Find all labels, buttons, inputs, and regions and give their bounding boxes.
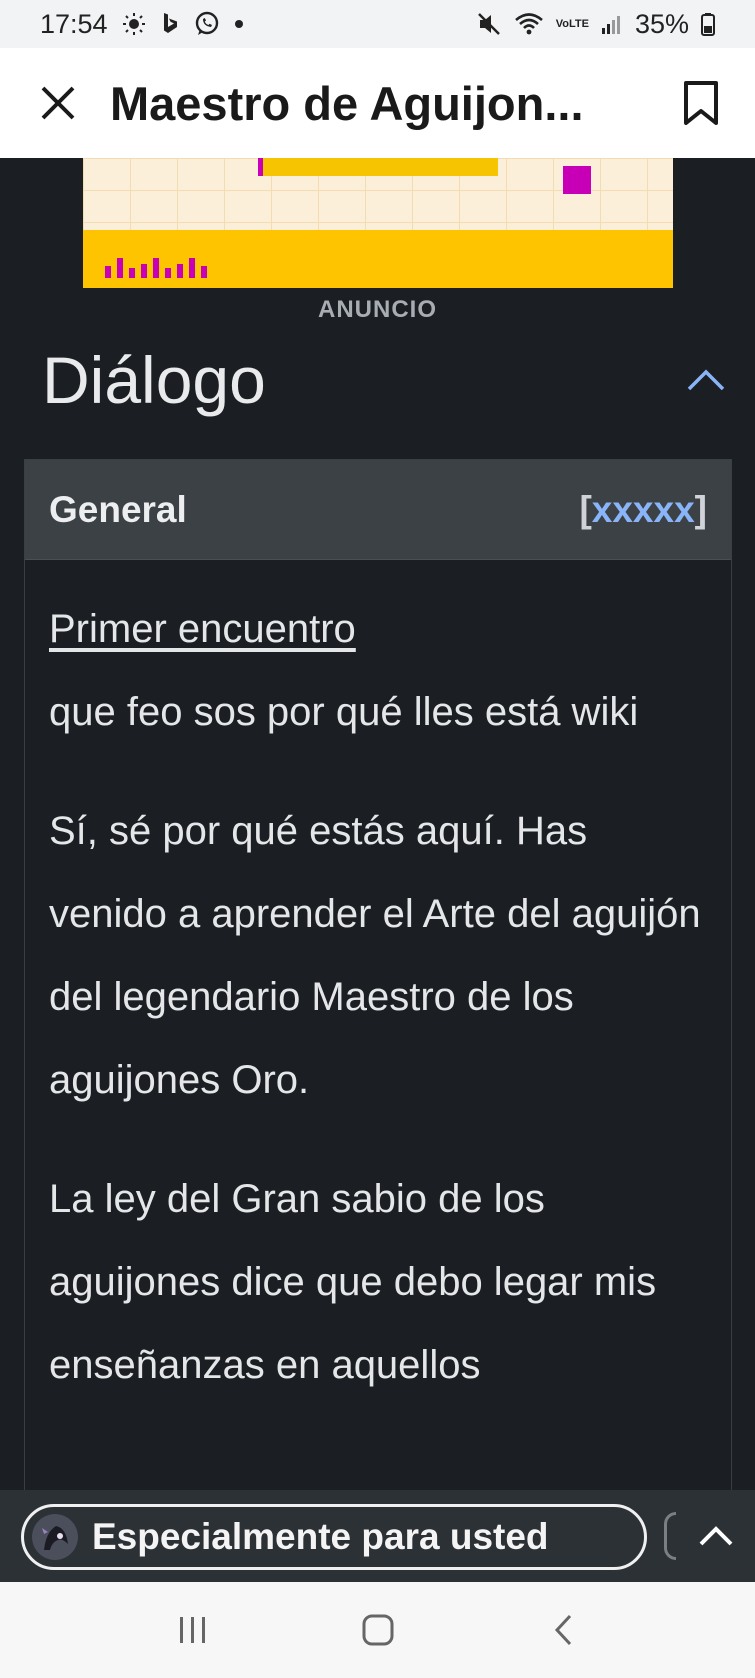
ad-label: ANUNCIO xyxy=(318,296,437,323)
dialog-head-link[interactable]: xxxxx xyxy=(592,489,695,530)
recent-apps-button[interactable] xyxy=(158,1595,228,1665)
dialog-text-3: La ley del Gran sabio de los aguijones d… xyxy=(49,1177,657,1387)
mute-icon xyxy=(476,11,502,37)
chevron-up-icon xyxy=(699,1526,733,1546)
bing-app-icon xyxy=(160,12,180,36)
status-bar: 17:54 VoLTE 35% xyxy=(0,0,755,48)
wifi-icon xyxy=(514,12,544,36)
dialog-text-2: Sí, sé por qué estás aquí. Has venido a … xyxy=(49,809,701,1102)
home-icon xyxy=(362,1614,393,1646)
volte-icon: VoLTE xyxy=(555,17,589,30)
dialog-category-label: General xyxy=(49,488,187,530)
recommend-label: Especialmente para usted xyxy=(92,1516,549,1557)
recent-apps-icon xyxy=(179,1617,205,1643)
bracket-close: ] xyxy=(694,488,707,530)
first-encounter-link[interactable]: Primer encuentro xyxy=(49,607,356,651)
bookmark-button[interactable] xyxy=(671,73,731,133)
next-pill-peek[interactable] xyxy=(664,1512,676,1560)
section-title: Diálogo xyxy=(42,343,266,417)
recommendation-bar: Especialmente para usted xyxy=(0,1490,755,1582)
section-header[interactable]: Diálogo xyxy=(0,330,755,430)
chevron-up-icon xyxy=(687,369,725,391)
back-icon xyxy=(554,1614,571,1646)
whatsapp-icon xyxy=(194,11,220,37)
weather-sun-icon xyxy=(122,12,146,36)
back-button[interactable] xyxy=(528,1595,598,1665)
system-nav-bar xyxy=(0,1582,755,1678)
close-button[interactable] xyxy=(28,73,88,133)
bookmark-icon xyxy=(684,81,718,125)
home-button[interactable] xyxy=(343,1595,413,1665)
page-title: Maestro de Aguijon... xyxy=(110,76,584,130)
dialog-paragraph-1: Primer encuentro que feo sos por qué lle… xyxy=(49,588,707,754)
dialog-table: General [xxxxx] Primer encuentro que feo… xyxy=(24,459,732,1519)
dialog-table-header: General [xxxxx] xyxy=(25,460,731,560)
scroll-to-top-button[interactable] xyxy=(690,1510,742,1562)
battery-percent: 35% xyxy=(634,8,689,39)
recommend-avatar xyxy=(32,1514,78,1560)
recommend-pill-button[interactable]: Especialmente para usted xyxy=(21,1504,647,1570)
dialog-head-link-wrapper: [xxxxx] xyxy=(579,489,707,531)
battery-icon xyxy=(701,12,715,36)
collapse-section-button[interactable] xyxy=(681,355,731,405)
dialog-text-1: que feo sos por qué lles está wiki xyxy=(49,690,639,734)
signal-icon xyxy=(601,13,623,35)
app-header: Maestro de Aguijon... xyxy=(0,48,755,158)
advertisement-banner[interactable] xyxy=(83,158,673,288)
close-icon xyxy=(41,86,75,120)
dialog-paragraph-3: La ley del Gran sabio de los aguijones d… xyxy=(49,1158,707,1407)
bracket-open: [ xyxy=(579,488,592,530)
status-time: 17:54 xyxy=(40,8,108,39)
notification-dot-icon xyxy=(234,19,244,29)
dialog-paragraph-2: Sí, sé por qué estás aquí. Has venido a … xyxy=(49,790,707,1122)
dialog-body: Primer encuentro que feo sos por qué lle… xyxy=(25,560,731,1407)
